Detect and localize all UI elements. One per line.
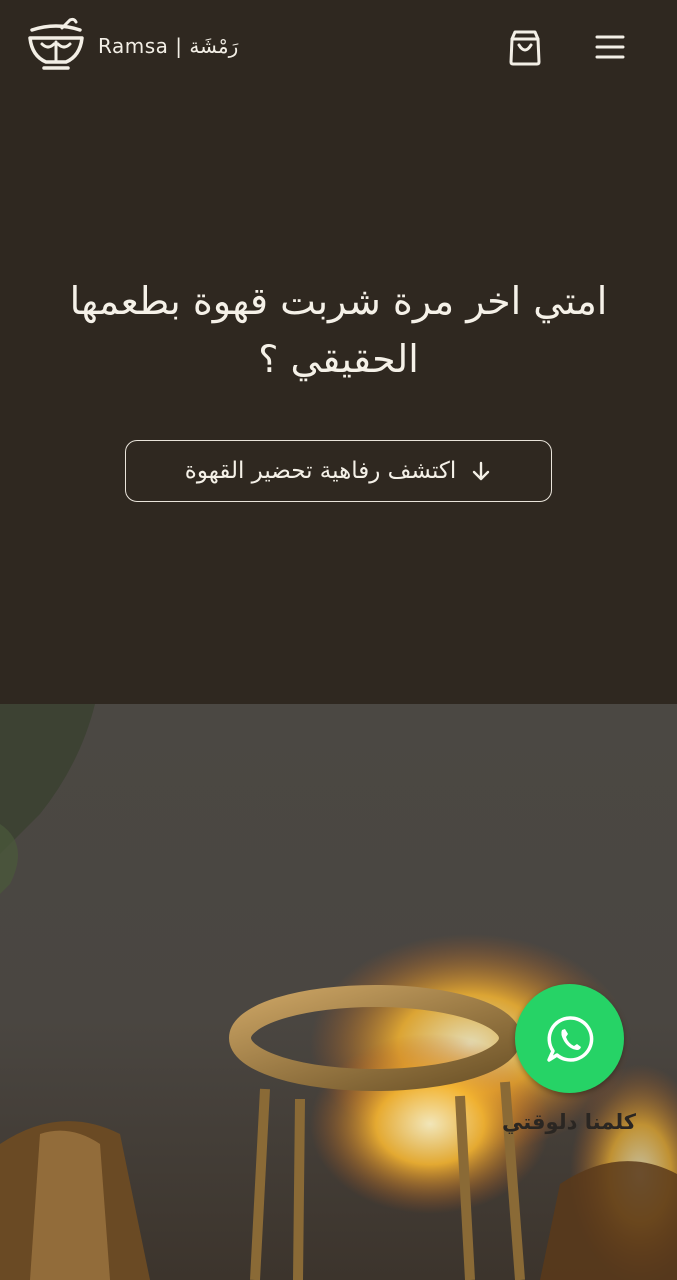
whatsapp-label[interactable]: كلمنا دلوقتي — [486, 1110, 652, 1134]
coffee-cup-logo-icon — [28, 17, 84, 70]
hero-title: امتي اخر مرة شربت قهوة بطعمها الحقيقي ؟ — [69, 279, 608, 381]
cart-button[interactable] — [506, 27, 544, 67]
brand-name: Ramsa | رَمْشَة — [98, 34, 239, 58]
arrow-down-icon — [473, 461, 490, 481]
whatsapp-button[interactable] — [515, 984, 624, 1093]
site-header: Ramsa | رَمْشَة — [0, 0, 677, 96]
brand-link[interactable]: Ramsa | رَمْشَة — [26, 16, 238, 76]
hero-section: امتي اخر مرة شربت قهوة بطعمها الحقيقي ؟ … — [0, 96, 677, 704]
shopping-bag-icon — [509, 30, 541, 66]
whatsapp-icon — [546, 1015, 593, 1062]
discover-button-label: اكتشف رفاهية تحضير القهوة — [184, 458, 457, 484]
menu-button[interactable] — [592, 30, 628, 64]
discover-button[interactable]: اكتشف رفاهية تحضير القهوة — [125, 440, 552, 502]
hamburger-menu-icon — [595, 35, 625, 59]
